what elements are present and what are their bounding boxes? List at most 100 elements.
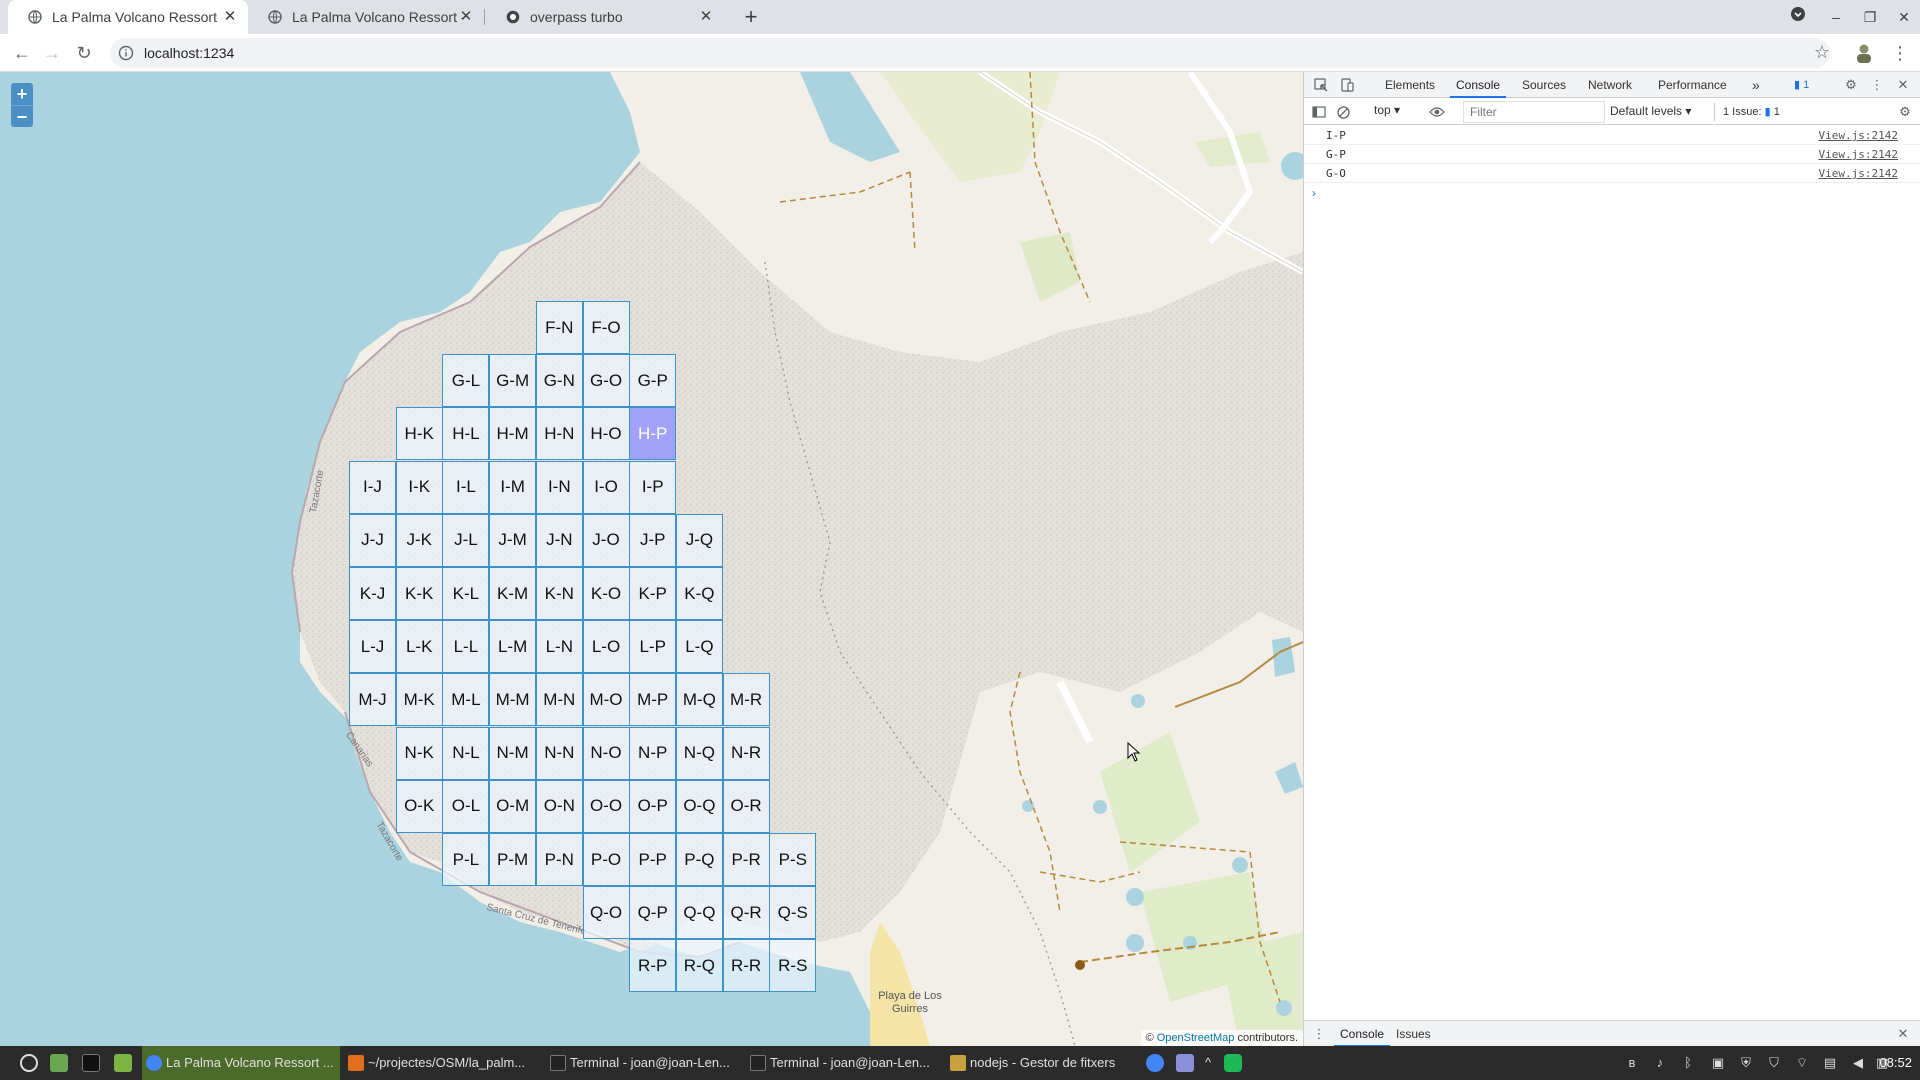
grid-cell-h-p[interactable]: H-P <box>629 407 677 461</box>
tab-la-palma-volcano-ressort[interactable]: La Palma Volcano Ressort ✕ <box>8 0 248 34</box>
map-view[interactable]: Playa de Los Guirres Tazacorte Canarias … <box>0 72 1303 1046</box>
grid-cell-l-m[interactable]: L-M <box>489 620 537 674</box>
grid-cell-g-n[interactable]: G-N <box>535 354 583 408</box>
grid-cell-k-k[interactable]: K-K <box>395 567 443 620</box>
sidebar-toggle-icon[interactable] <box>1310 103 1328 121</box>
grid-cell-i-k[interactable]: I-K <box>395 460 443 514</box>
grid-cell-l-p[interactable]: L-P <box>629 620 677 674</box>
shield-icon[interactable]: ⛨ <box>1738 1055 1754 1071</box>
grid-cell-k-l[interactable]: K-L <box>442 567 490 620</box>
grid-cell-m-j[interactable]: M-J <box>349 673 396 727</box>
grid-cell-p-s[interactable]: P-S <box>769 833 817 886</box>
taskbar-item-chrome[interactable]: La Palma Volcano Ressort ... <box>142 1046 340 1080</box>
grid-cell-g-m[interactable]: G-M <box>489 354 537 408</box>
tab-elements[interactable]: Elements <box>1379 72 1441 98</box>
grid-cell-g-l[interactable]: G-L <box>442 354 490 408</box>
tab-network[interactable]: Network <box>1582 72 1638 98</box>
grid-cell-n-q[interactable]: N-Q <box>675 726 723 780</box>
grid-cell-p-q[interactable]: P-Q <box>675 833 723 886</box>
grid-cell-h-l[interactable]: H-L <box>442 407 490 461</box>
grid-cell-h-n[interactable]: H-N <box>535 407 583 461</box>
reload-icon[interactable]: ↻ <box>70 39 98 67</box>
grid-cell-r-q[interactable]: R-Q <box>675 939 723 993</box>
bookmark-star-icon[interactable]: ☆ <box>1812 42 1832 62</box>
zoom-in-button[interactable]: + <box>11 83 33 105</box>
grid-cell-l-l[interactable]: L-L <box>442 620 490 674</box>
file-manager-launcher-icon[interactable] <box>114 1054 132 1072</box>
grid-cell-p-m[interactable]: P-M <box>489 833 537 886</box>
grid-cell-p-n[interactable]: P-N <box>535 833 583 886</box>
clear-console-icon[interactable] <box>1334 103 1352 121</box>
close-tab-icon[interactable]: ✕ <box>698 9 714 25</box>
grid-cell-q-s[interactable]: Q-S <box>769 886 817 940</box>
grid-cell-m-q[interactable]: M-Q <box>675 673 723 727</box>
info-icon[interactable] <box>118 45 134 61</box>
grid-cell-k-m[interactable]: K-M <box>489 567 537 620</box>
taskbar-item-terminal-2[interactable]: Terminal - joan@joan-Len... <box>746 1046 944 1080</box>
grid-cell-j-k[interactable]: J-K <box>395 513 443 567</box>
issues-badge[interactable]: ▮ 1 <box>1790 77 1813 93</box>
bluetooth-icon[interactable]: ʙ <box>1624 1055 1640 1071</box>
grid-cell-m-n[interactable]: M-N <box>535 673 583 727</box>
grid-cell-l-n[interactable]: L-N <box>535 620 583 674</box>
grid-cell-p-r[interactable]: P-R <box>722 833 770 886</box>
drawer-tab-issues[interactable]: Issues <box>1390 1021 1437 1047</box>
grid-cell-m-l[interactable]: M-L <box>442 673 490 727</box>
grid-cell-i-n[interactable]: I-N <box>535 460 583 514</box>
tab-overpass-turbo[interactable]: overpass turbo ✕ <box>486 0 724 34</box>
keyboard-icon[interactable]: ▤ <box>1822 1055 1838 1071</box>
wifi-icon[interactable]: ⌔ <box>1794 1055 1810 1071</box>
openstreetmap-link[interactable]: OpenStreetMap <box>1157 1032 1235 1044</box>
grid-cell-o-n[interactable]: O-N <box>535 779 583 833</box>
clipboard-icon[interactable]: ▣ <box>1710 1055 1726 1071</box>
grid-cell-p-p[interactable]: P-P <box>629 833 677 886</box>
log-source-link[interactable]: View.js:2142 <box>1819 164 1898 183</box>
profile-avatar[interactable] <box>1850 39 1878 67</box>
close-devtools-icon[interactable]: ✕ <box>1894 76 1912 94</box>
grid-cell-n-k[interactable]: N-K <box>395 726 443 780</box>
issues-counter[interactable]: 1 Issue: ▮ 1 <box>1714 103 1780 121</box>
grid-cell-q-r[interactable]: Q-R <box>722 886 770 940</box>
grid-cell-p-l[interactable]: P-L <box>442 833 490 886</box>
grid-cell-l-o[interactable]: L-O <box>582 620 630 674</box>
grid-cell-h-o[interactable]: H-O <box>582 407 630 461</box>
grid-cell-j-o[interactable]: J-O <box>582 513 630 567</box>
console-filter-input[interactable] <box>1463 101 1605 123</box>
live-expression-eye-icon[interactable] <box>1428 103 1446 121</box>
context-selector[interactable]: top ▾ <box>1374 103 1400 117</box>
notes-tray-icon[interactable] <box>1176 1054 1194 1072</box>
device-toolbar-icon[interactable] <box>1338 76 1356 94</box>
terminal-launcher-icon[interactable] <box>82 1054 100 1072</box>
grid-cell-k-n[interactable]: K-N <box>535 567 583 620</box>
grid-cell-k-o[interactable]: K-O <box>582 567 630 620</box>
close-tab-icon[interactable]: ✕ <box>222 9 238 25</box>
drawer-tab-console[interactable]: Console <box>1334 1021 1391 1047</box>
drawer-kebab-icon[interactable]: ⋮ <box>1310 1025 1328 1043</box>
grid-cell-o-m[interactable]: O-M <box>489 779 537 833</box>
grid-cell-q-p[interactable]: Q-P <box>629 886 677 940</box>
grid-cell-k-q[interactable]: K-Q <box>675 567 723 620</box>
close-tab-icon[interactable]: ✕ <box>458 9 474 25</box>
tab-console[interactable]: Console <box>1450 72 1507 98</box>
notification-bell-icon[interactable]: ♪ <box>1652 1055 1668 1071</box>
grid-cell-j-n[interactable]: J-N <box>535 513 583 567</box>
grid-cell-o-k[interactable]: O-K <box>395 779 443 833</box>
tab-la-palma-volcano-ressort-w[interactable]: La Palma Volcano Ressort - w ✕ <box>248 0 484 34</box>
updates-icon[interactable]: ⛉ <box>1766 1055 1782 1071</box>
grid-cell-g-o[interactable]: G-O <box>582 354 630 408</box>
tab-sources[interactable]: Sources <box>1516 72 1572 98</box>
grid-cell-l-j[interactable]: L-J <box>349 620 396 674</box>
tab-search-icon[interactable] <box>1786 5 1810 29</box>
kebab-menu-icon[interactable]: ⋮ <box>1886 39 1914 67</box>
grid-cell-r-s[interactable]: R-S <box>769 939 817 993</box>
console-prompt[interactable]: › <box>1312 186 1316 200</box>
grid-cell-i-l[interactable]: I-L <box>442 460 490 514</box>
console-settings-gear-icon[interactable]: ⚙ <box>1896 103 1914 121</box>
grid-cell-o-p[interactable]: O-P <box>629 779 677 833</box>
grid-cell-j-q[interactable]: J-Q <box>675 513 723 567</box>
start-menu-icon[interactable] <box>20 1054 38 1072</box>
grid-cell-n-p[interactable]: N-P <box>629 726 677 780</box>
grid-cell-n-r[interactable]: N-R <box>722 726 770 780</box>
address-bar[interactable]: localhost:1234 <box>110 38 1830 68</box>
grid-cell-l-q[interactable]: L-Q <box>675 620 723 674</box>
